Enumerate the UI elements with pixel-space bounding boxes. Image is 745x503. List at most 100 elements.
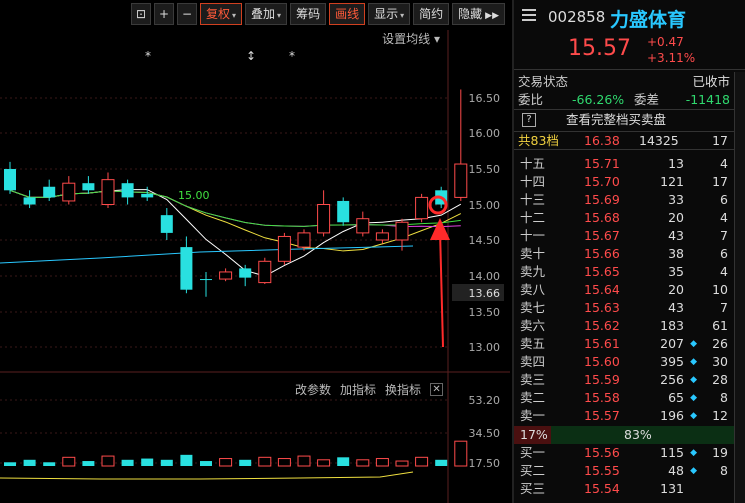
ask-row[interactable]: 卖九 15.65 35 4 xyxy=(514,263,734,281)
ask-row[interactable]: 十三 15.69 33 6 xyxy=(514,191,734,209)
total-label: 共83档 xyxy=(518,133,559,148)
ask-count: 26 xyxy=(712,336,728,351)
candle-body-up[interactable] xyxy=(356,218,370,234)
ask-row[interactable]: 卖五 15.61 207 26 ◆ xyxy=(514,335,734,353)
ask-volume: 65 xyxy=(668,390,684,405)
ask-row[interactable]: 卖七 15.63 43 7 xyxy=(514,299,734,317)
ask-count: 30 xyxy=(712,354,728,369)
candle-body-down[interactable] xyxy=(23,197,36,205)
full-book-link[interactable]: ? 查看完整档买卖盘 xyxy=(514,109,734,131)
ask-row[interactable]: 十四 15.70 121 17 xyxy=(514,173,734,191)
total-count: 17 xyxy=(712,133,728,148)
candle-body-down[interactable] xyxy=(4,169,16,191)
balance-bar: 17% 83% xyxy=(514,426,734,444)
ma-settings-button[interactable]: 设置均线 ▾ xyxy=(382,32,440,46)
candle-body-down[interactable] xyxy=(121,183,134,198)
chip-button[interactable]: 筹码 xyxy=(290,3,327,25)
candle-body-down[interactable] xyxy=(337,200,350,223)
ask-level-label: 卖六 xyxy=(520,318,546,333)
ask-row[interactable]: 卖十 15.66 38 6 xyxy=(514,245,734,263)
ask-count: 12 xyxy=(712,408,728,423)
bid-list: 买一 15.56 115 19 ◆ 买二 15.55 48 8 ◆ 买三 15.54 131 xyxy=(514,444,734,498)
ask-row[interactable]: 卖八 15.64 20 10 xyxy=(514,281,734,299)
ask-row[interactable]: 卖一 15.57 196 12 ◆ xyxy=(514,407,734,425)
draw-line-button[interactable]: 画线 xyxy=(329,3,366,25)
ask-list: 十五 15.71 13 4 十四 15.70 121 17 十三 15.69 33 6 十二 15.68 2… xyxy=(514,155,734,425)
price-tick: 14.00 xyxy=(469,270,501,283)
candle-body-up[interactable] xyxy=(101,179,115,205)
event-marker[interactable]: ↕ xyxy=(246,49,256,63)
zoom-out-icon[interactable]: − xyxy=(177,3,197,25)
candle-body-up[interactable] xyxy=(375,232,389,241)
candle-body-up[interactable] xyxy=(62,182,76,202)
fuquan-label: 复权 xyxy=(206,7,231,21)
ask-row[interactable]: 卖六 15.62 183 61 xyxy=(514,317,734,335)
ask-row[interactable]: 卖四 15.60 395 30 ◆ xyxy=(514,353,734,371)
candle-body-up[interactable] xyxy=(258,260,272,284)
side-tab-strip[interactable] xyxy=(734,72,745,503)
kline-chart[interactable]: 设置均线 ▾ 16.50 16.00 15.50 15.00 14.50 14.00 13.6… xyxy=(0,0,510,503)
change-indicator-button[interactable]: 换指标 xyxy=(385,381,421,398)
lock-icon[interactable]: ⊡ xyxy=(131,3,151,25)
candle-body-up[interactable] xyxy=(317,204,331,234)
candle-body-up[interactable] xyxy=(277,235,291,262)
bid-row[interactable]: 买一 15.56 115 19 ◆ xyxy=(514,444,734,462)
ask-row[interactable]: 卖三 15.59 256 28 ◆ xyxy=(514,371,734,389)
volume-tick: 17.50 xyxy=(469,457,501,470)
add-indicator-button[interactable]: 加指标 xyxy=(340,381,376,398)
candle-body-up[interactable] xyxy=(297,232,311,248)
candle-body-down[interactable] xyxy=(160,215,173,233)
edit-params-button[interactable]: 改参数 xyxy=(295,381,331,398)
hide-label: 隐藏 xyxy=(458,7,483,21)
candle-body-up[interactable] xyxy=(395,221,409,241)
zoom-in-icon[interactable]: + xyxy=(154,3,174,25)
candle-body-down[interactable] xyxy=(239,268,252,278)
volume-bar xyxy=(317,459,331,467)
candle-body-down[interactable] xyxy=(200,279,212,281)
bid-row[interactable]: 买三 15.54 131 xyxy=(514,480,734,498)
bid-percent: 83% xyxy=(624,427,652,442)
display-button[interactable]: 显示 ▾ xyxy=(368,3,411,25)
simple-button[interactable]: 简约 xyxy=(413,3,450,25)
last-price: 15.57 xyxy=(568,36,631,61)
menu-icon[interactable] xyxy=(522,9,536,23)
ask-volume: 183 xyxy=(660,318,684,333)
bid-count: 8 xyxy=(720,463,728,478)
price-tick: 16.50 xyxy=(469,92,501,105)
ask-price: 15.69 xyxy=(584,192,620,207)
volume-ma-line xyxy=(0,471,414,480)
fuquan-button[interactable]: 复权 ▾ xyxy=(200,3,243,25)
kline-chart-panel[interactable]: 设置均线 ▾ 16.50 16.00 15.50 15.00 14.50 14.00 13.6… xyxy=(0,0,510,503)
candle-body-down[interactable] xyxy=(180,247,193,290)
event-marker[interactable]: * xyxy=(289,49,295,63)
ask-count: 28 xyxy=(712,372,728,387)
bid-row[interactable]: 买二 15.55 48 8 ◆ xyxy=(514,462,734,480)
candle-body-down[interactable] xyxy=(82,183,95,191)
hide-button[interactable]: 隐藏 ▶▶ xyxy=(452,3,505,25)
candle-body-up[interactable] xyxy=(415,196,429,220)
overlay-button[interactable]: 叠加 ▾ xyxy=(245,3,288,25)
candle-body-down[interactable] xyxy=(43,186,56,198)
close-icon[interactable]: ✕ xyxy=(430,383,444,396)
ask-volume: 38 xyxy=(668,246,684,261)
simple-label: 简约 xyxy=(419,7,444,21)
stock-name[interactable]: 力盛体育 xyxy=(610,5,686,32)
ask-row[interactable]: 十一 15.67 43 7 xyxy=(514,227,734,245)
price-tick: 13.66 xyxy=(469,287,501,300)
chevron-down-icon: ▾ xyxy=(277,11,282,20)
candle-body-up[interactable] xyxy=(454,163,468,198)
event-marker[interactable]: * xyxy=(145,49,151,63)
candle-body-down[interactable] xyxy=(141,193,154,198)
diff-value: -11418 xyxy=(685,92,730,107)
total-price: 16.38 xyxy=(584,133,620,148)
annotation-arrow-shaft xyxy=(439,229,444,348)
ask-row[interactable]: 卖二 15.58 65 8 ◆ xyxy=(514,389,734,407)
bid-price: 15.55 xyxy=(584,463,620,478)
ask-price: 15.64 xyxy=(584,282,620,297)
ask-row[interactable]: 十二 15.68 20 4 xyxy=(514,209,734,227)
display-label: 显示 xyxy=(374,7,399,21)
candle-body-up[interactable] xyxy=(219,271,233,280)
volume-bar xyxy=(160,459,173,466)
ask-row[interactable]: 十五 15.71 13 4 xyxy=(514,155,734,173)
trading-app: 设置均线 ▾ 16.50 16.00 15.50 15.00 14.50 14.00 13.6… xyxy=(0,0,745,503)
